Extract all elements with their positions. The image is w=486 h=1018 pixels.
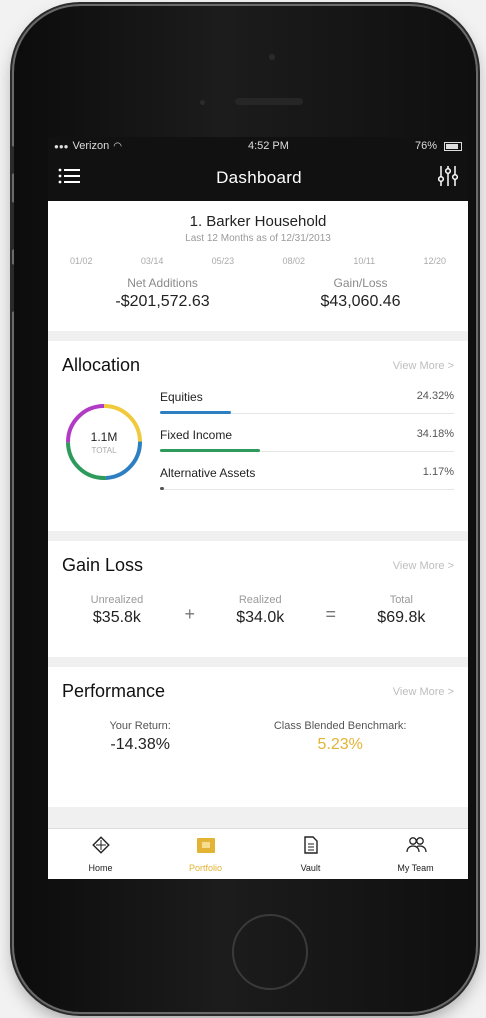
mute-switch bbox=[10, 146, 14, 174]
volume-up-button bbox=[10, 202, 14, 250]
status-bar: ●●● Verizon ◠ 4:52 PM 76% bbox=[48, 137, 468, 155]
allocation-card: Allocation View More > 1.1M TOTAL Equiti… bbox=[48, 341, 468, 531]
tab-home-label: Home bbox=[88, 862, 113, 873]
period-subtitle: Last 12 Months as of 12/31/2013 bbox=[185, 233, 331, 244]
home-button[interactable] bbox=[232, 914, 308, 990]
realized-value: $34.0k bbox=[236, 609, 285, 626]
wifi-icon: ◠ bbox=[113, 140, 122, 152]
gain-loss-view-more-link[interactable]: View More > bbox=[393, 560, 454, 572]
your-return-block: Your Return: -14.38% bbox=[109, 720, 170, 754]
household-summary-card[interactable]: 1. Barker Household Last 12 Months as of… bbox=[48, 201, 468, 331]
allocation-item-name: Fixed Income bbox=[160, 428, 233, 442]
date-label: 01/02 bbox=[70, 256, 93, 266]
portfolio-icon bbox=[196, 836, 216, 859]
gain-loss-value: $43,060.46 bbox=[320, 293, 401, 310]
benchmark-label: Class Blended Benchmark: bbox=[273, 720, 407, 732]
allocation-title: Allocation bbox=[62, 355, 141, 375]
allocation-item-percent: 34.18% bbox=[416, 428, 454, 440]
gain-loss-title: Gain Loss bbox=[62, 555, 144, 575]
tab-portfolio[interactable]: Portfolio bbox=[153, 829, 258, 879]
donut-total-value: 1.1M bbox=[90, 429, 118, 444]
your-return-value: -14.38% bbox=[110, 736, 170, 753]
signal-icon: ●●● bbox=[54, 141, 69, 151]
allocation-item-percent: 24.32% bbox=[416, 390, 454, 402]
performance-card: Performance View More > Your Return: -14… bbox=[48, 667, 468, 807]
document-icon bbox=[303, 835, 319, 859]
performance-view-more-link[interactable]: View More > bbox=[393, 686, 454, 698]
allocation-item-percent: 1.17% bbox=[422, 466, 454, 478]
page-title: Dashboard bbox=[216, 168, 302, 187]
date-label: 12/20 bbox=[423, 256, 446, 266]
benchmark-block: Class Blended Benchmark: 5.23% bbox=[274, 720, 407, 754]
tab-home[interactable]: Home bbox=[48, 829, 153, 879]
tab-vault[interactable]: Vault bbox=[258, 829, 363, 879]
unrealized-value: $35.8k bbox=[92, 609, 141, 626]
household-name: 1. Barker Household bbox=[189, 213, 327, 230]
allocation-item-equities[interactable]: Equities 24.32% bbox=[160, 386, 454, 424]
total-block: Total $69.8k bbox=[377, 594, 425, 627]
gain-loss-card: Gain Loss View More > Unrealized $35.8k … bbox=[48, 541, 468, 657]
allocation-bar-track bbox=[160, 489, 454, 490]
net-additions-value: -$201,572.63 bbox=[115, 293, 210, 310]
allocation-item-alternative-assets[interactable]: Alternative Assets 1.17% bbox=[160, 462, 454, 500]
nav-bar: Dashboard bbox=[48, 155, 468, 201]
compass-icon bbox=[91, 835, 110, 859]
hamburger-icon[interactable] bbox=[58, 167, 80, 190]
allocation-item-name: Equities bbox=[160, 390, 203, 404]
realized-block: Realized $34.0k bbox=[236, 594, 284, 627]
your-return-label: Your Return: bbox=[109, 720, 171, 732]
allocation-view-more-link[interactable]: View More > bbox=[393, 360, 454, 372]
sliders-icon[interactable] bbox=[437, 165, 459, 192]
net-additions-label: Net Additions bbox=[127, 276, 198, 290]
benchmark-value: 5.23% bbox=[317, 736, 363, 753]
tab-portfolio-label: Portfolio bbox=[188, 862, 223, 873]
tab-my-team[interactable]: My Team bbox=[363, 829, 468, 879]
date-label: 10/11 bbox=[353, 256, 376, 266]
unrealized-label: Unrealized bbox=[90, 594, 144, 606]
unrealized-block: Unrealized $35.8k bbox=[91, 594, 144, 627]
tab-my-team-label: My Team bbox=[397, 862, 434, 873]
tab-vault-label: Vault bbox=[300, 862, 321, 873]
date-label: 03/14 bbox=[140, 256, 164, 266]
sensor-dot bbox=[269, 54, 275, 60]
volume-down-button bbox=[10, 264, 14, 312]
allocation-bar-fill bbox=[160, 449, 260, 452]
gain-loss-label: Gain/Loss bbox=[333, 276, 388, 290]
battery-icon bbox=[444, 141, 462, 151]
gain-loss-summary: Gain/Loss $43,060.46 bbox=[321, 276, 401, 311]
earpiece-speaker bbox=[235, 98, 303, 105]
plus-sign: + bbox=[184, 604, 195, 624]
allocation-list: Equities 24.32% Fixed Income 34.18% Alte… bbox=[160, 386, 454, 500]
allocation-donut-chart[interactable]: 1.1M TOTAL bbox=[62, 400, 146, 484]
net-additions: Net Additions -$201,572.63 bbox=[115, 276, 209, 311]
date-axis: 01/02 03/14 05/23 08/02 10/11 12/20 bbox=[70, 256, 446, 266]
date-label: 08/02 bbox=[282, 256, 306, 266]
allocation-item-fixed-income[interactable]: Fixed Income 34.18% bbox=[160, 424, 454, 462]
team-icon bbox=[405, 836, 427, 859]
realized-label: Realized bbox=[238, 594, 282, 606]
equals-sign: = bbox=[325, 604, 337, 624]
status-time: 4:52 PM bbox=[247, 140, 289, 152]
battery-percent: 76% bbox=[414, 140, 437, 152]
front-camera bbox=[200, 100, 205, 105]
donut-total-label: TOTAL bbox=[91, 445, 117, 455]
allocation-item-name: Alternative Assets bbox=[160, 466, 256, 480]
date-label: 05/23 bbox=[211, 256, 235, 266]
tab-bar: Home Portfolio Vault My Team bbox=[48, 828, 468, 879]
app-screen: ●●● Verizon ◠ 4:52 PM 76% Dashboard 1. B… bbox=[48, 137, 468, 879]
total-label: Total bbox=[389, 594, 413, 606]
carrier-label: Verizon bbox=[72, 140, 110, 152]
total-value: $69.8k bbox=[377, 609, 426, 626]
allocation-bar-fill bbox=[160, 411, 231, 414]
performance-title: Performance bbox=[62, 681, 166, 701]
